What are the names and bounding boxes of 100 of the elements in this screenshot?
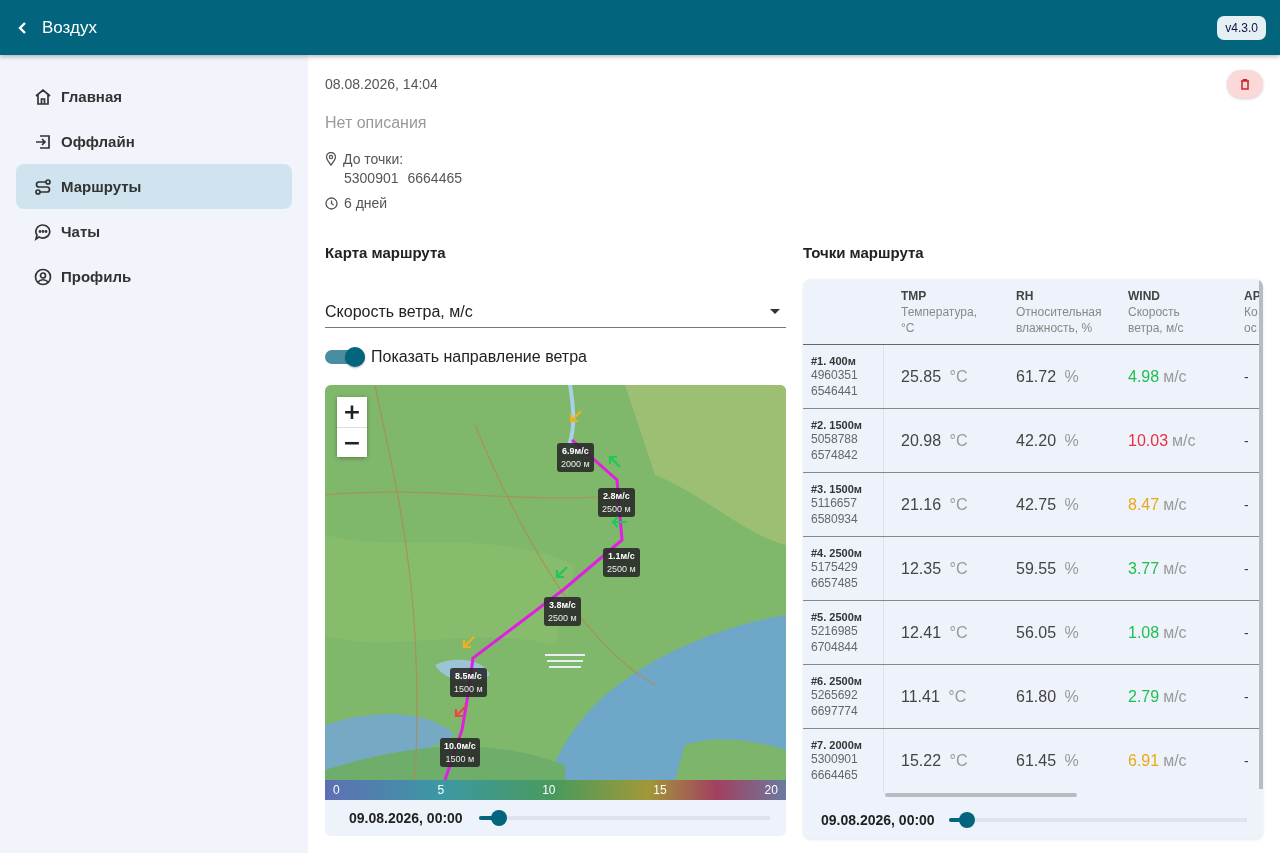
point-coordinate: 6704844 [811, 638, 859, 655]
point-coordinate: 6546441 [811, 382, 859, 399]
description-text: Нет описания [325, 114, 428, 132]
metric-select[interactable]: Скорость ветра, м/с [325, 296, 786, 328]
point-label: #6. 2500м [811, 674, 863, 687]
destination-coordinate: 6664465 [407, 170, 463, 186]
table-cell-text: - [1243, 559, 1250, 579]
table-cell-text: 8.47 м/с [1127, 494, 1188, 515]
point-label: #2. 1500м [811, 418, 863, 431]
marker-speed: 2.8м/с [603, 491, 630, 501]
slider-thumb[interactable] [958, 812, 975, 828]
column-description: Скорость ветра, м/с [1128, 304, 1185, 336]
table-cell-text: - [1243, 687, 1250, 707]
slider-thumb[interactable] [491, 810, 508, 826]
chevron-left-icon [18, 20, 28, 35]
table-cell-text: - [1243, 623, 1250, 643]
table-cell-text: - [1243, 431, 1250, 451]
table-cell-text: 21.16 °C [900, 494, 969, 515]
login-icon [34, 132, 52, 151]
zoom-in-button[interactable]: + [337, 397, 367, 427]
point-label: #1. 400м [811, 354, 857, 367]
sidebar-item[interactable]: Оффлайн [16, 119, 292, 164]
point-coordinate: 6574842 [811, 446, 859, 463]
table-cell-text: 6.91 м/с [1127, 751, 1188, 771]
scale-label: 0 [333, 783, 340, 797]
destination-label: До точки: [343, 151, 404, 167]
zoom-out-button[interactable]: − [337, 427, 367, 457]
table-cell-text: 61.72 % [1015, 366, 1080, 387]
destination-coordinate: 5300901 [344, 170, 399, 186]
table-cell-text: 61.45 % [1015, 751, 1080, 771]
point-coordinate: 5116657 [811, 494, 858, 511]
point-coordinate: 5265692 [811, 686, 859, 703]
point-coordinate: 5175429 [811, 558, 859, 575]
marker-speed: 1.1м/с [608, 551, 635, 561]
marker-altitude: 2500 м [607, 564, 636, 574]
horizontal-scrollbar[interactable] [885, 793, 1077, 797]
location-pin-icon [325, 152, 337, 166]
point-coordinate: 6697774 [811, 702, 859, 719]
table-cell-text: - [1243, 495, 1250, 515]
created-date: 08.08.2026, 14:04 [325, 76, 438, 92]
wind-toggle[interactable] [325, 350, 365, 364]
point-coordinate: 5216985 [811, 622, 859, 639]
table-cell-text: 20.98 °C [900, 430, 969, 451]
marker-altitude: 2500 м [602, 504, 631, 514]
table-cell-text: 10.03 м/с [1127, 430, 1197, 451]
column-code: WIND [1128, 289, 1161, 303]
marker-speed: 3.8м/с [549, 600, 576, 610]
version-badge: v4.3.0 [1217, 15, 1266, 40]
duration-text: 6 дней [344, 195, 388, 211]
trash-icon [1240, 78, 1250, 90]
sidebar-item[interactable]: Профиль [16, 254, 292, 299]
table-cell-text: 12.35 °C [900, 558, 969, 579]
column-description: Ко ос [1244, 304, 1259, 336]
app-title: Воздух [42, 17, 97, 38]
marker-speed: 8.5м/с [455, 671, 482, 681]
toggle-label: Показать направление ветра [371, 348, 587, 366]
table-cell-text: - [1243, 752, 1250, 771]
marker-speed: 6.9м/с [562, 446, 589, 456]
table-cell-text: 56.05 % [1015, 622, 1080, 643]
table-cell-text: 61.80 % [1015, 686, 1080, 707]
section-title: Точки маршрута [803, 244, 925, 263]
column-description: Относительная влажность, % [1016, 304, 1103, 336]
marker-speed: 10.0м/с [444, 741, 476, 751]
chat-icon [34, 222, 52, 241]
point-label: #7. 2000м [811, 739, 863, 751]
table-cell-text: 2.79 м/с [1127, 686, 1188, 707]
point-coordinate: 6657485 [811, 574, 859, 591]
sidebar-item[interactable]: Чаты [16, 209, 292, 254]
point-coordinate: 5058788 [811, 430, 859, 447]
point-coordinate: 6664465 [811, 767, 859, 783]
delete-button[interactable] [1227, 70, 1263, 98]
table-cell-text: 11.41 °C [900, 686, 968, 707]
table-cell-text: 1.08 м/с [1127, 622, 1188, 643]
vertical-scrollbar[interactable] [1259, 279, 1263, 789]
point-coordinate: 4960351 [811, 366, 859, 383]
scale-label: 5 [437, 783, 445, 797]
table-cell-text: 42.20 % [1015, 430, 1080, 451]
time-label: 09.08.2026, 00:00 [349, 810, 463, 826]
table-cell-text: 42.75 % [1015, 494, 1080, 515]
marker-altitude: 2000 м [561, 459, 590, 469]
table-cell-text: 15.22 °C [900, 751, 969, 771]
sidebar-item[interactable]: Маршруты [16, 164, 292, 209]
point-coordinate: 6580934 [811, 510, 859, 527]
section-title: Карта маршрута [325, 244, 447, 263]
scale-label: 20 [764, 783, 778, 797]
table-cell-text: 25.85 °C [900, 366, 969, 387]
table-cell-text: - [1243, 367, 1250, 387]
column-code: RH [1016, 289, 1035, 303]
sidebar-item[interactable]: Главная [16, 74, 292, 119]
marker-altitude: 1500 м [445, 754, 475, 764]
table-cell-text: 12.41 °C [900, 622, 969, 643]
time-label: 09.08.2026, 00:00 [821, 812, 935, 828]
point-label: #5. 2500м [811, 610, 863, 623]
marker-altitude: 1500 м [454, 684, 483, 694]
column-description: Температура, °C [901, 304, 978, 336]
scale-label: 10 [542, 783, 556, 797]
table-cell-text: 4.98 м/с [1127, 366, 1188, 387]
marker-altitude: 2500 м [548, 613, 577, 623]
point-coordinate: 5300901 [811, 751, 859, 767]
clock-icon [325, 196, 338, 210]
